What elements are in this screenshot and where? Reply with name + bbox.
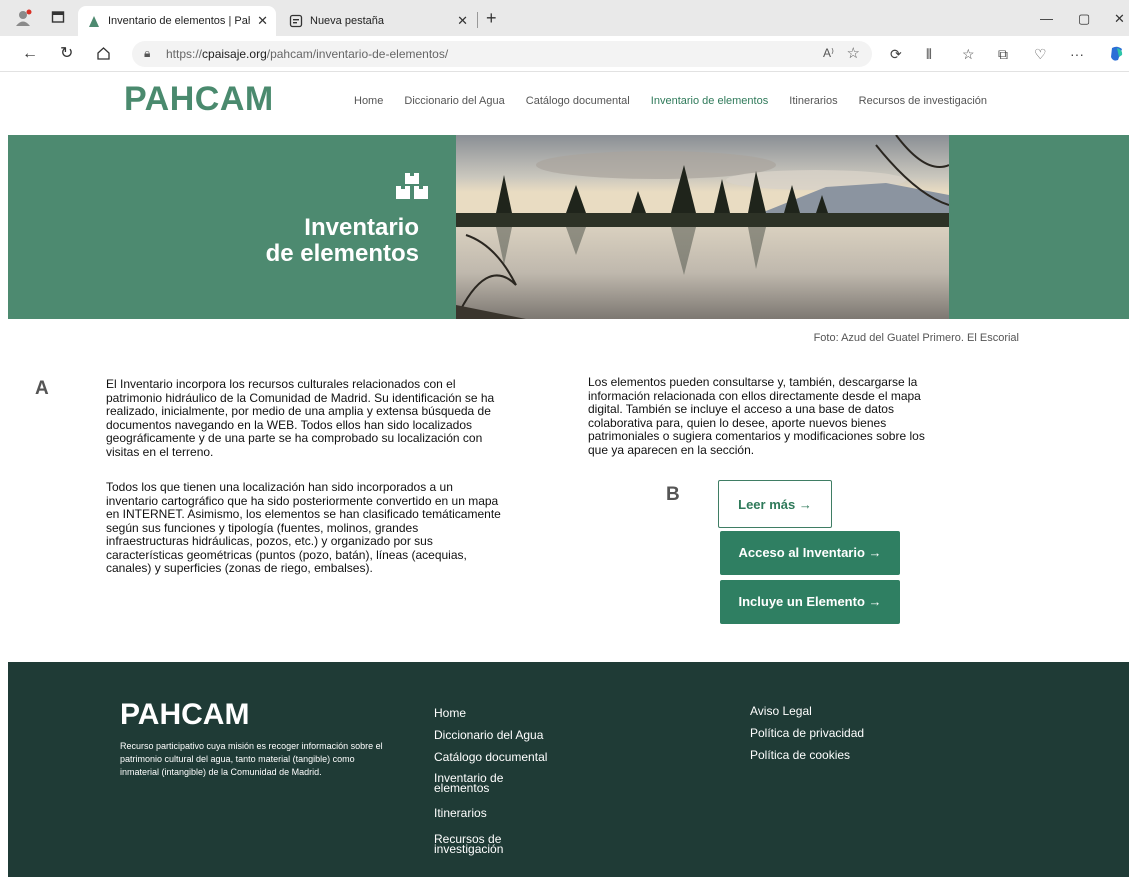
intro-paragraph-2: Todos los que tienen una localización ha… bbox=[106, 480, 501, 575]
footer-link-aviso-legal[interactable]: Aviso Legal bbox=[750, 705, 864, 718]
nav-inventario[interactable]: Inventario de elementos bbox=[651, 95, 768, 107]
boxes-icon bbox=[396, 173, 428, 199]
url-path: /pahcam/inventario-de-elementos/ bbox=[266, 47, 449, 61]
tab-nueva-pestana[interactable]: Nueva pestaña ✕ bbox=[280, 6, 476, 36]
close-window-icon[interactable]: ✕ bbox=[1114, 10, 1125, 28]
read-aloud-icon[interactable]: A⁾ bbox=[823, 46, 834, 60]
url-domain: cpaisaje.org bbox=[202, 47, 267, 61]
site-logo[interactable]: PAHCAM bbox=[124, 80, 274, 119]
tab-label: Nueva pestaña bbox=[310, 15, 384, 27]
include-element-button[interactable]: Incluye un Elemento → bbox=[720, 580, 900, 624]
annotation-a: A bbox=[35, 378, 49, 399]
page-title-line1: Inventario bbox=[304, 214, 419, 241]
minimize-icon[interactable]: — bbox=[1040, 10, 1053, 28]
site-footer: PAHCAM Recurso participativo cuya misión… bbox=[8, 662, 1129, 877]
copilot-icon[interactable] bbox=[1108, 45, 1126, 67]
home-icon[interactable] bbox=[96, 44, 111, 67]
footer-link-inventario[interactable]: Inventario de elementos bbox=[434, 772, 534, 794]
hero-banner: Inventario de elementos bbox=[8, 135, 1129, 319]
collections-icon[interactable]: ⧉ bbox=[998, 45, 1008, 63]
more-icon[interactable]: ··· bbox=[1070, 45, 1084, 63]
tab-actions-icon[interactable] bbox=[48, 9, 68, 29]
nav-home[interactable]: Home bbox=[354, 95, 383, 107]
new-tab-page-icon bbox=[289, 14, 303, 28]
url-prefix: https:// bbox=[166, 47, 203, 61]
health-icon[interactable]: ♡ bbox=[1034, 45, 1047, 63]
access-inventory-button[interactable]: Acceso al Inventario → bbox=[720, 531, 900, 575]
url-text: https://cpaisaje.org/pahcam/inventario-d… bbox=[166, 47, 448, 61]
browser-toolbar: ← ↻ 🔒︎ https://cpaisaje.org/pahcam/inven… bbox=[0, 36, 1129, 72]
site-favicon-icon bbox=[89, 16, 99, 27]
tab-divider bbox=[477, 12, 478, 28]
footer-link-cookies[interactable]: Política de cookies bbox=[750, 749, 864, 762]
footer-link-recursos[interactable]: Recursos de investigación bbox=[434, 833, 534, 855]
nav-recursos[interactable]: Recursos de investigación bbox=[859, 95, 987, 107]
footer-nav: Home Diccionario del Agua Catálogo docum… bbox=[434, 707, 547, 863]
footer-link-catalogo[interactable]: Catálogo documental bbox=[434, 751, 547, 764]
main-nav: Home Diccionario del Agua Catálogo docum… bbox=[354, 95, 1005, 107]
tab-label: Inventario de elementos | Pahcam bbox=[108, 15, 250, 27]
profile-icon[interactable] bbox=[14, 9, 34, 29]
extensions-icon[interactable]: ⟳ bbox=[890, 45, 902, 63]
browser-tab-bar: Inventario de elementos | Pahcam ✕ Nueva… bbox=[0, 0, 1129, 36]
intro-paragraph-1: El Inventario incorpora los recursos cul… bbox=[106, 377, 495, 459]
close-tab-icon[interactable]: ✕ bbox=[457, 6, 468, 36]
favorite-star-icon[interactable]: ☆ bbox=[847, 44, 860, 62]
footer-link-privacidad[interactable]: Política de privacidad bbox=[750, 727, 864, 740]
photo-caption: Foto: Azud del Guatel Primero. El Escori… bbox=[813, 332, 1019, 344]
read-more-button[interactable]: Leer más → bbox=[718, 480, 832, 528]
page-title: Inventario de elementos bbox=[266, 215, 419, 267]
nav-catalogo[interactable]: Catálogo documental bbox=[526, 95, 630, 107]
footer-link-diccionario[interactable]: Diccionario del Agua bbox=[434, 729, 547, 742]
lake-landscape-photo bbox=[456, 135, 949, 319]
nav-diccionario[interactable]: Diccionario del Agua bbox=[404, 95, 504, 107]
page-title-line2: de elementos bbox=[265, 240, 419, 267]
new-tab-button[interactable]: + bbox=[486, 8, 497, 28]
address-bar[interactable]: 🔒︎ https://cpaisaje.org/pahcam/inventari… bbox=[132, 41, 872, 67]
footer-legal: Aviso Legal Política de privacidad Polít… bbox=[750, 705, 864, 771]
footer-description: Recurso participativo cuya misión es rec… bbox=[120, 741, 383, 777]
close-tab-icon[interactable]: ✕ bbox=[257, 6, 268, 36]
nav-itinerarios[interactable]: Itinerarios bbox=[789, 95, 837, 107]
restore-icon[interactable]: ▢ bbox=[1078, 10, 1090, 28]
footer-link-home[interactable]: Home bbox=[434, 707, 547, 720]
split-screen-icon[interactable]: ⫴ bbox=[926, 45, 932, 63]
intro-paragraph-3: Los elementos pueden consultarse y, tamb… bbox=[588, 375, 925, 457]
footer-link-itinerarios[interactable]: Itinerarios bbox=[434, 807, 547, 820]
tab-inventario[interactable]: Inventario de elementos | Pahcam ✕ bbox=[78, 6, 276, 36]
favorites-icon[interactable]: ☆ bbox=[962, 45, 975, 63]
footer-logo[interactable]: PAHCAM bbox=[120, 698, 249, 732]
lock-icon: 🔒︎ bbox=[144, 46, 151, 60]
back-icon[interactable]: ← bbox=[22, 44, 38, 64]
refresh-icon[interactable]: ↻ bbox=[60, 44, 73, 64]
annotation-b: B bbox=[666, 484, 680, 505]
